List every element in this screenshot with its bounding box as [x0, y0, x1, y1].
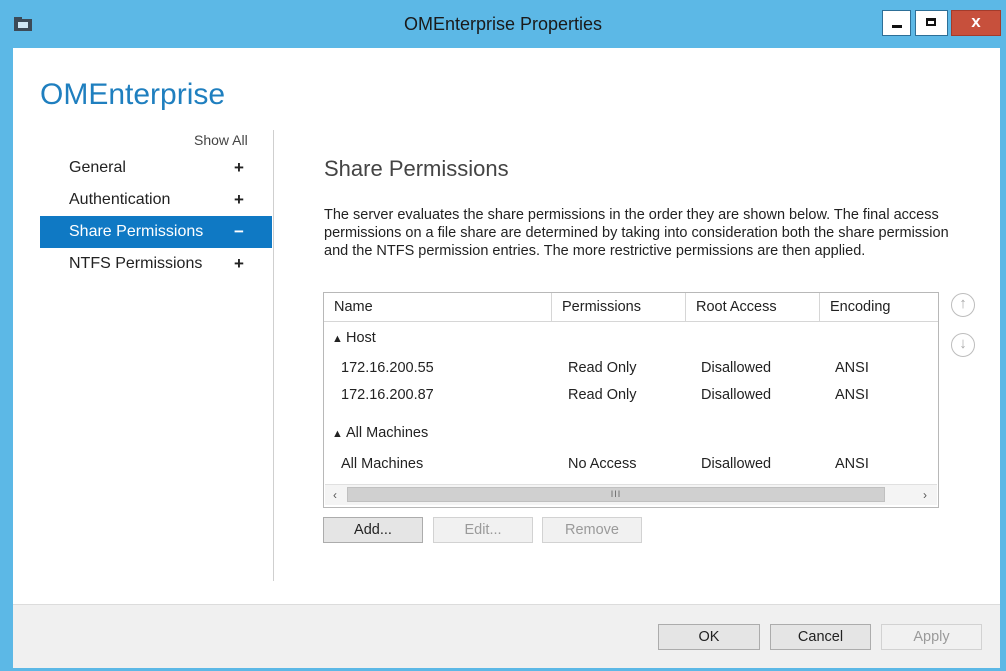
section-title: Share Permissions	[324, 156, 509, 181]
edit-button[interactable]: Edit...	[433, 517, 533, 543]
apply-button[interactable]: Apply	[881, 624, 982, 650]
sidebar-item-label: NTFS Permissions	[69, 255, 203, 272]
expand-icon: +	[234, 190, 244, 209]
cell-root-access: Disallowed	[701, 387, 772, 403]
minimize-icon	[892, 25, 902, 28]
cell-name: 172.16.200.87	[341, 387, 434, 403]
group-label: All Machines	[346, 425, 429, 441]
cell-permissions: Read Only	[568, 360, 637, 376]
column-header-encoding[interactable]: Encoding	[820, 293, 938, 321]
sidebar-divider	[273, 130, 274, 581]
collapse-caret-icon: ▲	[332, 428, 343, 440]
minimize-button[interactable]	[882, 10, 911, 36]
sidebar-item-label: Authentication	[69, 191, 171, 208]
maximize-button[interactable]	[915, 10, 948, 36]
sidebar-item-label: Share Permissions	[69, 223, 204, 240]
remove-button[interactable]: Remove	[542, 517, 642, 543]
sidebar-item-authentication[interactable]: Authentication +	[40, 184, 272, 216]
group-header-host[interactable]: ▲ Host	[332, 330, 376, 346]
permissions-table: Name Permissions Root Access Encoding ▲ H…	[323, 292, 939, 508]
scroll-left-icon[interactable]: ‹	[327, 487, 343, 503]
cell-name: All Machines	[341, 456, 424, 472]
section-description: The server evaluates the share permissio…	[324, 207, 949, 259]
move-up-icon[interactable]: ↑	[951, 293, 975, 317]
sidebar-item-general[interactable]: General +	[40, 152, 272, 184]
sidebar-item-label: General	[69, 159, 126, 176]
show-all-link[interactable]: Show All	[194, 132, 248, 148]
cell-root-access: Disallowed	[701, 456, 772, 472]
group-label: Host	[346, 330, 376, 346]
dialog-client: OMEnterprise Show All General + Authenti…	[13, 48, 1000, 668]
cell-encoding: ANSI	[835, 360, 869, 376]
cell-name: 172.16.200.55	[341, 360, 434, 376]
collapse-icon: −	[234, 222, 244, 241]
table-header: Name Permissions Root Access Encoding	[324, 293, 938, 322]
title-bar[interactable]: OMEnterprise Properties x	[0, 0, 1006, 48]
column-header-root-access[interactable]: Root Access	[686, 293, 820, 321]
cell-permissions: Read Only	[568, 387, 637, 403]
properties-window: OMEnterprise Properties x OMEnterprise S…	[0, 0, 1006, 671]
dialog-footer: OK Cancel Apply	[13, 604, 1000, 668]
add-button[interactable]: Add...	[323, 517, 423, 543]
sidebar-item-ntfs-permissions[interactable]: NTFS Permissions +	[40, 248, 272, 280]
close-icon: x	[971, 12, 981, 31]
horizontal-scrollbar[interactable]: ‹ III ›	[325, 484, 937, 505]
cancel-button[interactable]: Cancel	[770, 624, 871, 650]
move-down-icon[interactable]: ↓	[951, 333, 975, 357]
expand-icon: +	[234, 254, 244, 273]
close-button[interactable]: x	[951, 10, 1001, 36]
cell-root-access: Disallowed	[701, 360, 772, 376]
scrollbar-thumb[interactable]: III	[347, 487, 885, 502]
collapse-caret-icon: ▲	[332, 333, 343, 345]
column-header-name[interactable]: Name	[324, 293, 552, 321]
cell-encoding: ANSI	[835, 456, 869, 472]
cell-permissions: No Access	[568, 456, 637, 472]
group-header-all-machines[interactable]: ▲ All Machines	[332, 425, 428, 441]
sidebar-item-share-permissions[interactable]: Share Permissions −	[40, 216, 272, 248]
cell-encoding: ANSI	[835, 387, 869, 403]
ok-button[interactable]: OK	[658, 624, 760, 650]
scroll-right-icon[interactable]: ›	[917, 487, 933, 503]
window-title: OMEnterprise Properties	[403, 14, 603, 34]
sidebar-nav: General + Authentication + Share Permiss…	[40, 152, 272, 280]
column-header-permissions[interactable]: Permissions	[552, 293, 686, 321]
maximize-icon	[926, 18, 936, 26]
expand-icon: +	[234, 158, 244, 177]
app-heading: OMEnterprise	[40, 78, 226, 111]
